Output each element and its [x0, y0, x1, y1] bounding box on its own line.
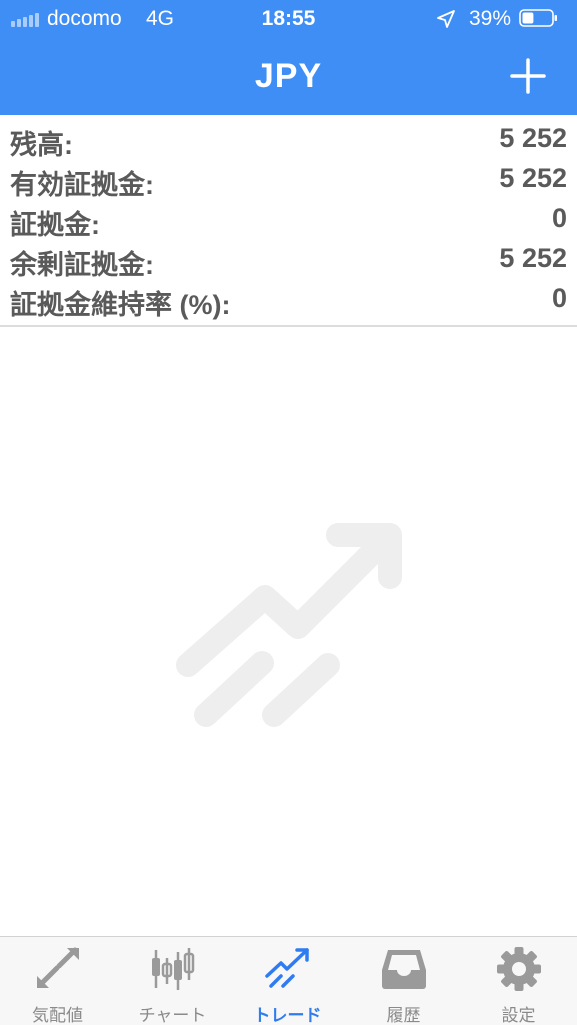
tab-trade-label: トレード: [253, 1006, 322, 1025]
app-header: docomo 4G 18:55 39% JPY: [0, 0, 577, 115]
equity-row: 有効証拠金: 5 252: [10, 163, 567, 200]
page-title: JPY: [254, 57, 323, 95]
margin-level-value: 0: [551, 283, 567, 313]
free-margin-value: 5 252: [499, 243, 567, 273]
margin-label: 証拠金:: [10, 210, 100, 240]
tab-quotes-label: 気配値: [32, 1006, 83, 1025]
tab-bar: 気配値 チャート トレード 履歴 設定: [0, 936, 577, 1025]
tab-quotes[interactable]: 気配値: [0, 937, 115, 1025]
free-margin-label: 余剰証拠金:: [10, 250, 154, 280]
account-summary: 残高: 5 252 有効証拠金: 5 252 証拠金: 0 余剰証拠金: 5 2…: [0, 115, 577, 327]
equity-label: 有効証拠金:: [10, 170, 154, 200]
trade-arrow-icon: [176, 523, 402, 727]
margin-level-label: 証拠金維持率 (%):: [10, 290, 231, 320]
battery-percent: 39%: [469, 7, 512, 30]
tab-history[interactable]: 履歴: [346, 937, 461, 1025]
tab-settings-label: 設定: [501, 1006, 536, 1025]
location-arrow-icon: [437, 10, 455, 28]
balance-value: 5 252: [499, 123, 567, 153]
battery-icon: [519, 9, 557, 27]
tab-chart-label: チャート: [138, 1006, 207, 1025]
trade-icon: [265, 948, 309, 988]
tab-settings[interactable]: 設定: [461, 937, 576, 1025]
status-bar: docomo 4G 18:55 39%: [0, 0, 577, 38]
tab-trade[interactable]: トレード: [230, 937, 345, 1025]
free-margin-row: 余剰証拠金: 5 252: [10, 243, 567, 280]
quotes-icon: [37, 947, 79, 988]
margin-row: 証拠金: 0: [10, 203, 567, 240]
tab-history-label: 履歴: [386, 1006, 421, 1025]
balance-row: 残高: 5 252: [10, 123, 567, 160]
equity-value: 5 252: [499, 163, 567, 193]
settings-icon: [497, 947, 541, 991]
history-icon: [382, 950, 426, 989]
plus-icon[interactable]: [508, 56, 548, 96]
margin-value: 0: [551, 203, 567, 233]
chart-icon: [152, 948, 195, 990]
balance-label: 残高:: [10, 130, 73, 160]
margin-level-row: 証拠金維持率 (%): 0: [10, 283, 567, 320]
tab-chart[interactable]: チャート: [115, 937, 230, 1025]
